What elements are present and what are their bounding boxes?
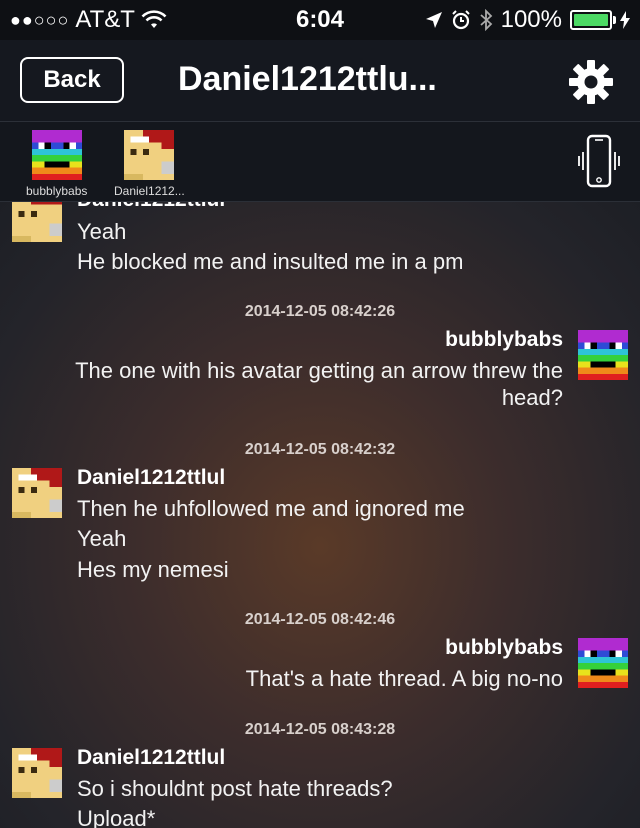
nav-bar: Back Daniel1212ttlu... <box>0 40 640 122</box>
message-sender: Daniel1212ttlul <box>77 202 225 212</box>
rainbow-avatar-icon <box>31 130 82 180</box>
location-arrow-icon <box>425 12 442 28</box>
message-text: Upload* <box>77 806 156 828</box>
battery-percent: 100% <box>500 6 562 33</box>
message-text: The one with his avatar getting an arrow… <box>75 358 563 383</box>
message-timestamp: 2014-12-05 08:42:32 <box>244 441 396 458</box>
bluetooth-icon <box>480 9 492 31</box>
chat-area[interactable]: Daniel1212ttlul Yeah He blocked me and i… <box>0 202 640 828</box>
charging-icon <box>620 11 630 29</box>
participant-name: Daniel1212... <box>114 184 185 198</box>
rainbow-avatar-icon <box>578 638 628 688</box>
message-sender: bubblybabs <box>445 636 563 659</box>
message-text: Yeah <box>77 219 127 244</box>
message-text: head? <box>501 385 563 410</box>
message-timestamp: 2014-12-05 08:42:26 <box>244 303 396 320</box>
message-timestamp: 2014-12-05 08:42:46 <box>244 611 396 628</box>
page-title: Daniel1212ttlu... <box>178 60 437 98</box>
santa-hat-avatar-icon <box>12 748 62 798</box>
alarm-icon <box>451 10 470 30</box>
santa-hat-avatar-icon <box>12 468 62 518</box>
status-right: 100% <box>425 6 630 34</box>
santa-hat-avatar-icon <box>124 130 175 180</box>
santa-hat-avatar-icon <box>12 202 62 242</box>
message-timestamp: 2014-12-05 08:43:28 <box>244 721 396 738</box>
signal-strength: ●●○○○ <box>10 9 70 30</box>
rainbow-avatar-icon <box>578 330 628 380</box>
battery-icon <box>570 10 616 30</box>
message-text: That's a hate thread. A big no-no <box>245 666 563 691</box>
gear-icon[interactable] <box>566 57 616 107</box>
status-bar: ●●○○○ AT&T 6:04 100% <box>0 0 640 40</box>
status-left: ●●○○○ AT&T <box>10 6 167 34</box>
back-button[interactable]: Back <box>20 57 124 103</box>
message-sender: bubblybabs <box>445 328 563 351</box>
message-text: He blocked me and insulted me in a pm <box>77 249 464 274</box>
message-text: Hes my nemesi <box>77 557 229 582</box>
message-text: Then he uhfollowed me and ignored me <box>77 496 465 521</box>
participant-daniel[interactable]: Daniel1212... <box>114 130 185 198</box>
participant-name: bubblybabs <box>26 184 88 198</box>
message-text: So i shouldnt post hate threads? <box>77 776 393 801</box>
participants-bar: bubblybabs Daniel1212... <box>0 122 640 202</box>
carrier-name: AT&T <box>75 6 135 33</box>
wifi-icon <box>141 10 167 28</box>
participant-bubblybabs[interactable]: bubblybabs <box>26 130 87 198</box>
message-sender: Daniel1212ttlul <box>77 466 226 489</box>
message-text: Yeah <box>77 526 127 551</box>
vibrate-phone-icon[interactable] <box>576 134 622 190</box>
message-sender: Daniel1212ttlul <box>77 746 226 769</box>
